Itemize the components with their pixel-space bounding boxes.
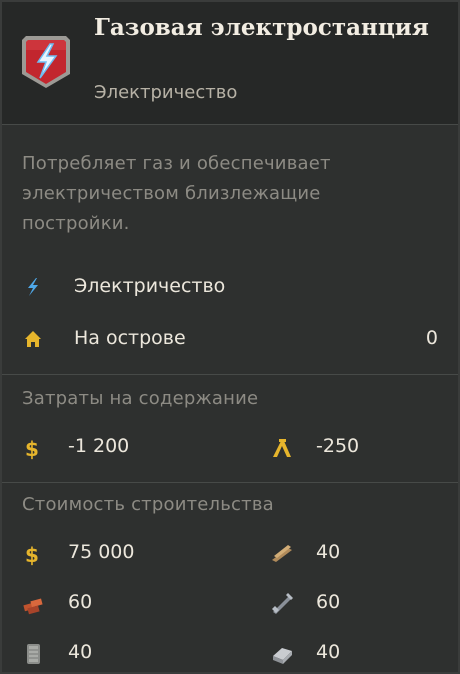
cost-steel-beams-value: 60 [316,591,341,613]
effect-row-on-island: На острове 0 [2,324,458,354]
cost-steel-beams: 60 [270,588,440,618]
lightning-icon [28,278,38,296]
upkeep-title: Затраты на содержание [22,388,259,409]
building-description: Потребляет газ и обеспечивает электричес… [22,153,331,234]
cost-money: $ 75 000 [22,538,222,568]
effect-value: 0 [425,327,438,349]
upkeep-divider [2,374,458,375]
cost-money-value: 75 000 [68,541,135,563]
effect-row-electricity: Электричество [2,272,458,302]
power-plant-badge-icon [22,36,70,88]
building-tooltip: Газовая электростанция Электричество Пот… [0,0,460,674]
upkeep-workforce-value: -250 [316,435,360,457]
cost-bricks: 60 [22,588,222,618]
tooltip-header: Газовая электростанция Электричество [2,2,458,124]
cost-timber: 40 [270,538,440,568]
cost-windows-value: 40 [68,641,93,663]
upkeep-money: $ -1 200 [22,432,222,462]
timber-icon [272,545,292,562]
steel-beams-icon [272,593,293,614]
cost-timber-value: 40 [316,541,341,563]
effect-label: На острове [74,327,186,349]
workforce-icon [273,439,291,457]
building-category: Электричество [94,82,238,103]
construction-divider [2,482,458,483]
bricks-icon [23,598,43,615]
svg-text:$: $ [25,543,39,566]
reinforced-concrete-icon [273,648,292,664]
upkeep-money-value: -1 200 [68,435,130,457]
construction-title: Стоимость строительства [22,494,274,515]
header-divider [2,124,458,125]
windows-icon [27,644,40,664]
house-icon [25,331,41,347]
coin-icon: $ [25,437,39,460]
effect-label: Электричество [74,275,226,297]
upkeep-workforce: -250 [270,432,440,462]
coin-icon: $ [25,543,39,566]
building-title: Газовая электростанция [94,14,429,41]
cost-reinforced-concrete: 40 [270,638,440,668]
cost-bricks-value: 60 [68,591,93,613]
svg-text:$: $ [25,437,39,460]
cost-reinforced-concrete-value: 40 [316,641,341,663]
cost-windows: 40 [22,638,222,668]
